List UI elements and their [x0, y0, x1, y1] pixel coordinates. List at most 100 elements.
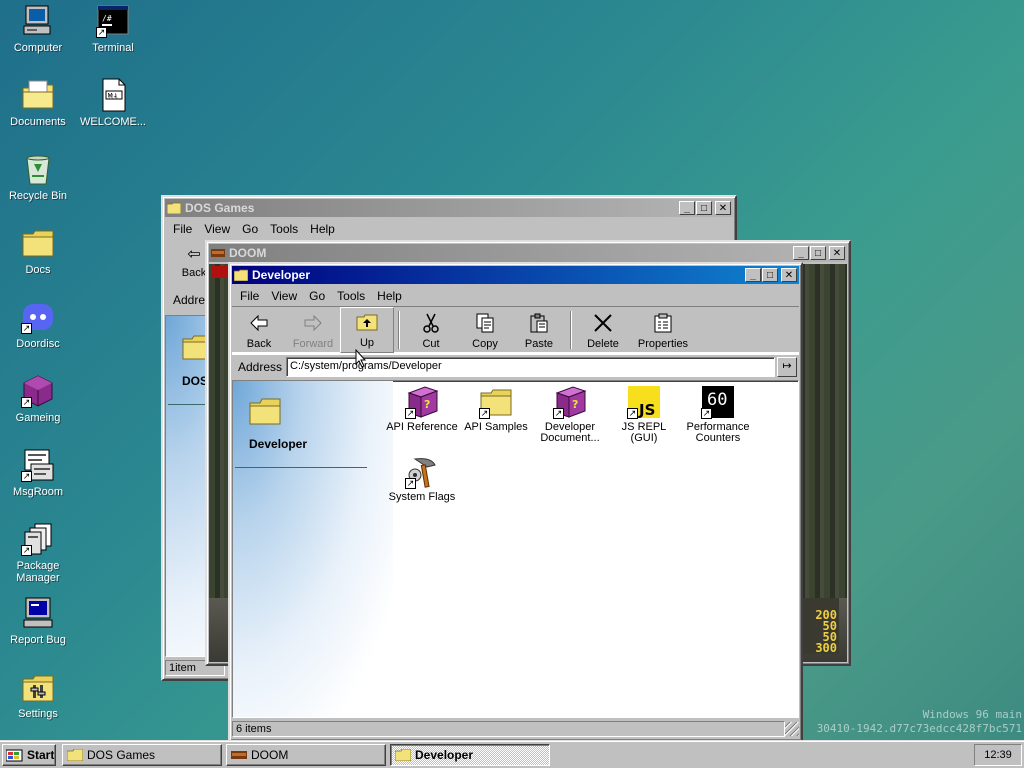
file-js-repl[interactable]: JS ↗ JS REPL (GUI) — [607, 385, 681, 444]
taskbar-item-dos-games[interactable]: DOS Games — [62, 743, 222, 766]
desktop-icon-label: Computer — [13, 42, 63, 54]
file-developer-documentation[interactable]: ? ↗ Developer Document... — [533, 385, 607, 444]
side-folder-icon — [249, 397, 281, 428]
shortcut-arrow-icon: ↗ — [405, 408, 416, 419]
folder-icon — [395, 748, 411, 761]
svg-text:JS: JS — [638, 401, 655, 419]
shortcut-arrow-icon: ↗ — [479, 408, 490, 419]
forward-button[interactable]: Forward — [286, 307, 340, 353]
watermark-line: Windows 96 main — [922, 708, 1022, 721]
taskbar-item-doom[interactable]: DOOM — [226, 743, 386, 766]
forward-arrow-icon — [304, 314, 322, 332]
cut-button[interactable]: Cut — [404, 307, 458, 353]
report-bug-icon — [21, 596, 55, 630]
menu-view[interactable]: View — [198, 222, 236, 236]
package-manager-icon: ↗ — [21, 522, 55, 556]
doom-ammo-counters: 200 50 50 300 — [815, 609, 837, 655]
desktop-icon-computer[interactable]: Computer — [0, 4, 76, 54]
desktop-icon-gameing[interactable]: ↗ Gameing — [0, 374, 76, 424]
copy-button[interactable]: Copy — [458, 307, 512, 353]
properties-label: Properties — [637, 338, 689, 350]
up-folder-icon — [356, 314, 378, 331]
desktop-icon-label: Gameing — [15, 412, 61, 424]
titlebar[interactable]: Developer _ □ ✕ — [232, 266, 799, 284]
folder-icon — [21, 226, 55, 260]
file-performance-counters[interactable]: 60 ↗ Performance Counters — [681, 385, 755, 444]
resize-grip-icon[interactable] — [785, 722, 799, 736]
minimize-button[interactable]: _ — [793, 246, 809, 260]
help-book-icon: ? ↗ — [553, 385, 587, 419]
shortcut-arrow-icon: ↗ — [21, 397, 32, 408]
copy-label: Copy — [472, 338, 498, 350]
titlebar[interactable]: DOS Games _ □ ✕ — [165, 199, 733, 217]
address-bar: Address C:/system/programs/Developer ↦ — [232, 354, 799, 378]
desktop-icon-docs[interactable]: Docs — [0, 226, 76, 276]
desktop-icon-settings[interactable]: Settings — [0, 670, 76, 720]
start-button[interactable]: Start — [2, 743, 56, 766]
menu-file[interactable]: File — [167, 222, 198, 236]
window-title: DOS Games — [185, 201, 255, 215]
msgroom-icon: ↗ — [21, 448, 55, 482]
titlebar[interactable]: DOOM _ □ ✕ — [209, 244, 847, 262]
side-title: Developer — [249, 437, 308, 451]
task-label: DOS Games — [87, 747, 156, 762]
maximize-button[interactable]: □ — [810, 246, 826, 260]
desktop-icon-documents[interactable]: Documents — [0, 78, 76, 128]
svg-text:M↓: M↓ — [108, 93, 118, 100]
back-label: Back — [246, 338, 272, 350]
close-button[interactable]: ✕ — [781, 268, 797, 282]
cut-label: Cut — [422, 338, 440, 350]
close-button[interactable]: ✕ — [715, 201, 731, 215]
maximize-button[interactable]: □ — [762, 268, 778, 282]
menu-view[interactable]: View — [265, 289, 303, 303]
desktop-icon-label: Docs — [25, 264, 51, 276]
close-button[interactable]: ✕ — [829, 246, 845, 260]
system-tray-clock[interactable]: 12:39 — [974, 743, 1022, 766]
recycle-bin-icon — [21, 152, 55, 186]
up-button[interactable]: Up — [340, 307, 394, 353]
minimize-button[interactable]: _ — [679, 201, 695, 215]
folder-icon — [234, 269, 248, 281]
menu-tools[interactable]: Tools — [264, 222, 304, 236]
build-watermark: Windows 96 main 30410-1942.d77c73edcc428… — [792, 708, 1022, 736]
svg-text:?: ? — [424, 398, 430, 411]
menu-go[interactable]: Go — [303, 289, 331, 303]
menu-file[interactable]: File — [234, 289, 265, 303]
desktop-icon-terminal[interactable]: /# ↗ Terminal — [75, 4, 151, 54]
delete-button[interactable]: Delete — [576, 307, 630, 353]
maximize-button[interactable]: □ — [696, 201, 712, 215]
file-api-reference[interactable]: ? ↗ API Reference — [385, 385, 459, 433]
file-api-samples[interactable]: ↗ API Samples — [459, 385, 533, 433]
menu-go[interactable]: Go — [236, 222, 264, 236]
properties-button[interactable]: Properties — [630, 307, 696, 353]
menu-tools[interactable]: Tools — [331, 289, 371, 303]
doom-icon — [231, 750, 247, 759]
menu-help[interactable]: Help — [304, 222, 341, 236]
desktop-icon-report-bug[interactable]: Report Bug — [0, 596, 76, 646]
taskbar-item-developer[interactable]: Developer — [390, 743, 550, 766]
forward-label: Forward — [292, 338, 334, 350]
go-button[interactable]: ↦ — [777, 356, 797, 377]
file-label: API Samples — [464, 421, 528, 433]
start-label: Start — [27, 747, 55, 762]
back-button[interactable]: Back — [232, 307, 286, 353]
file-system-flags[interactable]: ↗ System Flags — [385, 455, 459, 503]
desktop-icon-welcome[interactable]: M↓ WELCOME... — [75, 78, 151, 128]
window-developer[interactable]: Developer _ □ ✕ File View Go Tools Help … — [228, 262, 803, 742]
minimize-button[interactable]: _ — [745, 268, 761, 282]
doom-red-sign — [211, 266, 227, 278]
desktop-icon-doordisc[interactable]: ↗ Doordisc — [0, 300, 76, 350]
fps-counter-icon: 60 ↗ — [701, 385, 735, 419]
folder-icon — [67, 748, 83, 761]
desktop-icon-msgroom[interactable]: ↗ MsgRoom — [0, 448, 76, 498]
desktop-icon-recycle-bin[interactable]: Recycle Bin — [0, 152, 76, 202]
desktop-icon-package-manager[interactable]: ↗ Package Manager — [0, 522, 76, 584]
address-label: Address — [238, 359, 283, 374]
shortcut-arrow-icon: ↗ — [553, 408, 564, 419]
desktop-icon-label: Report Bug — [10, 634, 66, 646]
menu-help[interactable]: Help — [371, 289, 408, 303]
paste-button[interactable]: Paste — [512, 307, 566, 353]
paste-icon — [530, 313, 548, 333]
ammo-value: 300 — [815, 641, 837, 655]
task-label: DOOM — [251, 747, 289, 762]
